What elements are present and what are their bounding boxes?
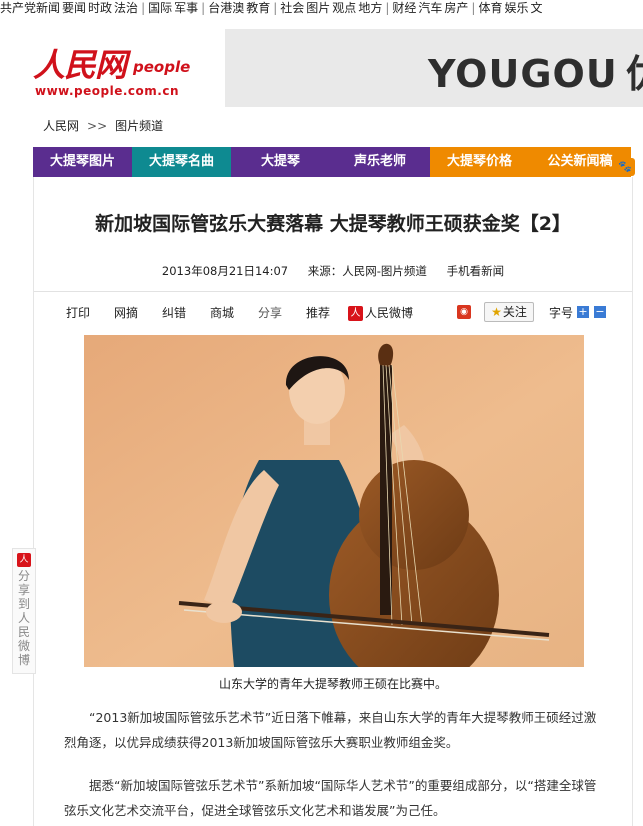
recommend-link[interactable]: 推荐 [306, 304, 330, 321]
top-nav-item[interactable]: 军事 [174, 0, 198, 16]
header: 人民网 people www.people.com.cn YOUGOU优 [0, 26, 643, 110]
article-meta: 2013年08月21日14:07 来源：人民网-图片频道 手机看新闻 [34, 263, 632, 279]
top-nav-item[interactable]: 时政 [88, 0, 112, 16]
top-nav-item[interactable]: 台港澳 [208, 0, 244, 16]
font-size-label: 字号 [549, 306, 574, 320]
mall-link[interactable]: 商城 [210, 304, 234, 321]
top-nav-item[interactable]: 文 [531, 0, 543, 16]
paragraph-1: “2013新加坡国际管弦乐艺术节”近日落下帷幕，来自山东大学的青年大提琴教师王硕… [64, 710, 597, 750]
photo-caption: 山东大学的青年大提琴教师王硕在比赛中。 [218, 677, 447, 691]
top-nav-item[interactable]: 社会 [280, 0, 304, 16]
top-nav-item[interactable]: 地方 [358, 0, 382, 16]
logo-latin: people [133, 58, 191, 76]
mobile-news-link[interactable]: 手机看新闻 [447, 264, 505, 278]
weibo-icon: 人 [17, 553, 31, 567]
category-bar: 大提琴图片 大提琴名曲 大提琴 声乐老师 大提琴价格 公关新闻稿 [33, 147, 631, 177]
top-nav-item[interactable]: 要闻 [62, 0, 86, 16]
correct-link[interactable]: 纠错 [162, 304, 186, 321]
article-source: 来源：人民网-图片频道 [307, 264, 427, 278]
top-nav-item[interactable]: 房产 [444, 0, 468, 16]
breadcrumb-arrow: >> [87, 119, 108, 133]
category-tab[interactable]: 大提琴图片 [33, 147, 132, 177]
top-nav-separator: | [471, 1, 476, 15]
article-date: 2013年08月21日14:07 [161, 264, 289, 278]
paw-icon[interactable]: 🐾 [615, 158, 635, 176]
top-nav-item[interactable]: 观点 [332, 0, 356, 16]
netclip-link[interactable]: 网摘 [114, 304, 138, 321]
top-nav-item[interactable]: 法治 [114, 0, 138, 16]
follow-button[interactable]: ★关注 [484, 302, 534, 322]
share-sidebar[interactable]: 人 分享到人民微博 [12, 548, 36, 674]
divider [34, 291, 632, 292]
top-nav-separator: | [141, 1, 146, 15]
article-title: 新加坡国际管弦乐大赛落幕 大提琴教师王硕获金奖【2】 [95, 213, 571, 235]
ad-brand-text: YOUGOU优 [428, 52, 643, 96]
rss-icon[interactable]: ◉ [457, 305, 471, 319]
star-icon: ★ [491, 305, 502, 319]
weibo-icon: 人 [348, 306, 363, 321]
category-tab[interactable]: 大提琴 [231, 147, 330, 177]
top-nav-item[interactable]: 娱乐 [504, 0, 528, 16]
top-nav-item[interactable]: 财经 [392, 0, 416, 16]
font-decrease-button[interactable]: − [594, 306, 606, 318]
article: 新加坡国际管弦乐大赛落幕 大提琴教师王硕获金奖【2】 2013年08月21日14… [33, 177, 633, 826]
print-link[interactable]: 打印 [66, 304, 90, 321]
share-link[interactable]: 分享 [258, 304, 282, 321]
font-increase-button[interactable]: + [577, 306, 589, 318]
banner-ad[interactable]: YOUGOU优 [225, 29, 643, 107]
category-tab[interactable]: 大提琴价格 [430, 147, 529, 177]
top-nav-separator: | [385, 1, 390, 15]
logo-text: 人民网 [33, 46, 127, 84]
logo-url: www.people.com.cn [35, 84, 179, 98]
article-photo [84, 335, 584, 667]
top-nav-item[interactable]: 教育 [246, 0, 270, 16]
article-toolbar: 打印 网摘 纠错 商城 分享 推荐 人人民微博 ◉ ★关注 字号 + − [64, 302, 624, 326]
category-tab[interactable]: 大提琴名曲 [132, 147, 231, 177]
breadcrumb-home[interactable]: 人民网 [43, 119, 79, 133]
paragraph-2: 据悉“新加坡国际管弦乐艺术节”系新加坡“国际华人艺术节”的重要组成部分，以“搭建… [64, 778, 597, 818]
breadcrumb: 人民网 >> 图片频道 [43, 117, 163, 134]
weibo-link[interactable]: 人人民微博 [348, 304, 413, 321]
top-nav-separator: | [273, 1, 278, 15]
top-nav-item[interactable]: 图片 [306, 0, 330, 16]
top-nav-item[interactable]: 共产党新闻 [0, 0, 60, 16]
top-nav-item[interactable]: 体育 [478, 0, 502, 16]
top-nav: 共产党新闻 要闻 时政 法治 | 国际 军事 | 台港澳 教育 | 社会 图片 观点 地方 | 财经 汽车 房产 | 体… [0, 0, 643, 18]
share-sidebar-text: 分享到人民微博 [18, 569, 31, 667]
site-logo[interactable]: 人民网 people www.people.com.cn [33, 40, 193, 104]
top-nav-item[interactable]: 国际 [148, 0, 172, 16]
top-nav-separator: | [201, 1, 206, 15]
category-tab[interactable]: 声乐老师 [330, 147, 430, 177]
breadcrumb-section[interactable]: 图片频道 [115, 119, 163, 133]
top-nav-item[interactable]: 汽车 [418, 0, 442, 16]
